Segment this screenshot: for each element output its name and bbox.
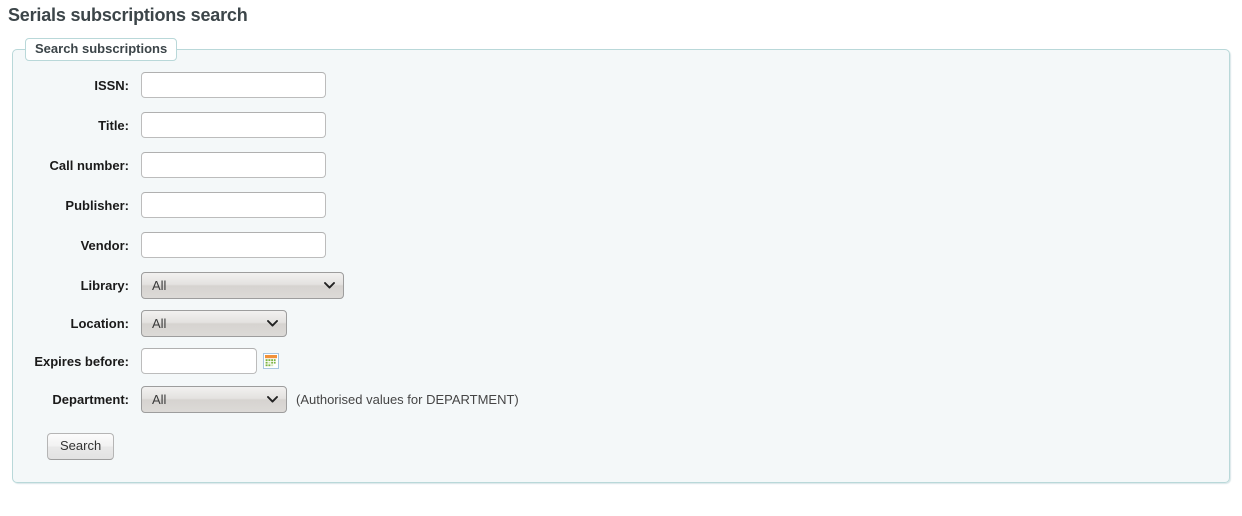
form-row-expires-before: Expires before: (13, 347, 1229, 375)
location-select-wrapper: All (141, 309, 287, 337)
expires-before-label: Expires before: (34, 353, 129, 369)
publisher-label: Publisher: (65, 197, 129, 213)
search-panel-wrapper: Search subscriptions ISSN: Title: Call n… (12, 38, 1230, 483)
issn-input[interactable] (141, 72, 326, 99)
search-subscriptions-fieldset: Search subscriptions ISSN: Title: Call n… (12, 38, 1230, 483)
publisher-input[interactable] (141, 192, 326, 219)
calendar-icon[interactable] (263, 353, 279, 370)
issn-label: ISSN: (94, 77, 129, 93)
library-label: Library: (80, 277, 129, 293)
form-row-publisher: Publisher: (13, 191, 1229, 219)
search-form: ISSN: Title: Call number: Publisher: Ven… (13, 61, 1229, 413)
expires-before-field-group (141, 348, 279, 375)
library-select-wrapper: All (141, 271, 344, 299)
call-number-label: Call number: (49, 157, 129, 173)
form-row-library: Library: All (13, 271, 1229, 299)
vendor-input[interactable] (141, 232, 326, 259)
submit-row: Search (13, 433, 1229, 460)
department-select[interactable]: All (141, 385, 287, 413)
vendor-label: Vendor: (80, 237, 129, 253)
form-row-vendor: Vendor: (13, 231, 1229, 259)
department-hint: (Authorised values for DEPARTMENT) (296, 391, 519, 407)
department-label: Department: (52, 391, 129, 407)
library-select[interactable]: All (141, 271, 344, 299)
location-select[interactable]: All (141, 309, 287, 337)
page-title: Serials subscriptions search (8, 5, 248, 25)
search-button[interactable]: Search (47, 433, 115, 460)
title-input[interactable] (141, 112, 326, 139)
form-row-department: Department: All (Authorised values for D… (13, 385, 1229, 413)
expires-before-input[interactable] (141, 348, 257, 375)
form-row-location: Location: All (13, 309, 1229, 337)
location-label: Location: (70, 315, 130, 331)
call-number-input[interactable] (141, 152, 326, 179)
title-label: Title: (98, 117, 129, 133)
search-subscriptions-legend: Search subscriptions (25, 38, 178, 62)
form-row-call-number: Call number: (13, 151, 1229, 179)
form-row-title: Title: (13, 111, 1229, 139)
department-select-wrapper: All (141, 385, 287, 413)
form-row-issn: ISSN: (13, 71, 1229, 99)
